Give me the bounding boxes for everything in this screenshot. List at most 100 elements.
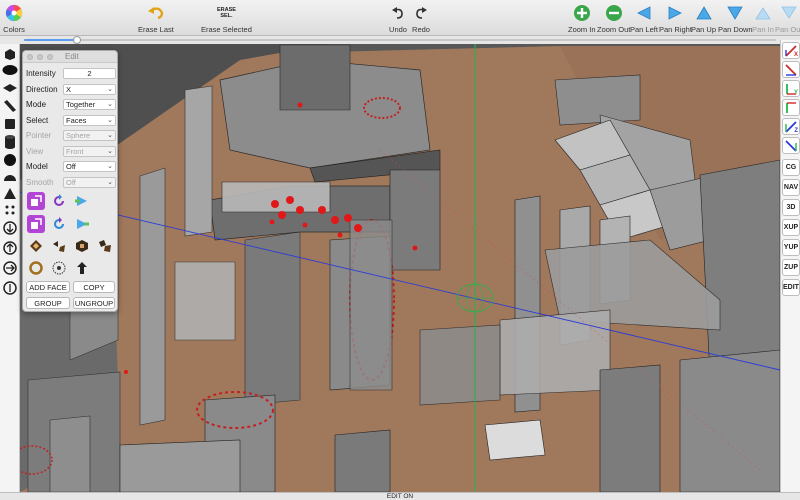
bevel-tool-icon[interactable] <box>73 237 91 255</box>
axis-y-button[interactable]: Y <box>782 80 800 97</box>
zoom-in-button[interactable]: Zoom In <box>568 2 596 34</box>
rotate-y-icon[interactable] <box>2 240 18 256</box>
move-tool-icon[interactable] <box>73 192 91 210</box>
view-row: View Front ⌄ <box>26 145 116 157</box>
undo-button[interactable]: Undo <box>387 2 409 34</box>
erase-last-button[interactable]: Erase Last <box>138 2 174 34</box>
cg-button[interactable]: CG <box>782 159 800 176</box>
yup-button[interactable]: YUP <box>782 239 800 256</box>
axis-z-neg-button[interactable] <box>782 137 800 154</box>
axis-x-label: X <box>793 52 798 58</box>
intensity-field[interactable]: 2 <box>63 67 116 79</box>
chevron-down-icon: ⌄ <box>107 85 113 93</box>
xup-button[interactable]: XUP <box>782 219 800 236</box>
zoom-slider-fill <box>24 39 77 41</box>
rotate-x-icon[interactable] <box>2 220 18 236</box>
erase-selected-label: Erase Selected <box>201 25 252 34</box>
nav-button[interactable]: NAV <box>782 179 800 196</box>
rotate-tool-icon[interactable] <box>50 192 68 210</box>
select-select[interactable]: Faces ⌄ <box>63 114 116 126</box>
color-wheel-icon <box>3 2 25 24</box>
pan-left-button[interactable]: Pan Left <box>630 2 658 34</box>
spiral-tool-icon[interactable] <box>50 259 68 277</box>
3d-viewport[interactable] <box>20 44 780 492</box>
box-shape-icon[interactable] <box>2 116 18 132</box>
mode-value: Together <box>66 99 96 109</box>
half-sphere-shape-icon[interactable] <box>2 170 18 186</box>
model-label: Model <box>26 161 48 171</box>
erase-sel-icon: ERASE SEL. <box>211 2 241 24</box>
zup-button[interactable]: ZUP <box>782 259 800 276</box>
erase-selected-button[interactable]: ERASE SEL. Erase Selected <box>201 2 252 34</box>
copy-button[interactable]: COPY <box>73 281 115 293</box>
group-button[interactable]: GROUP <box>26 297 70 309</box>
redo-button[interactable]: Redo <box>410 2 432 34</box>
mode-row: Mode Together ⌄ <box>26 98 116 110</box>
twist-tool-icon[interactable] <box>50 215 68 233</box>
ungroup-button[interactable]: UNGROUP <box>73 297 115 309</box>
ring-tool-icon[interactable] <box>27 259 45 277</box>
plane-shape-icon[interactable] <box>2 80 18 96</box>
zoom-out-button[interactable]: Zoom Out <box>597 2 630 34</box>
edit-mode-button[interactable]: EDIT <box>782 279 800 296</box>
status-bar: EDIT ON <box>0 492 800 500</box>
edit-panel-title: Edit <box>65 52 79 61</box>
axis-y-label: Y <box>793 90 798 96</box>
rod-shape-icon[interactable] <box>2 98 18 114</box>
zoom-slider-thumb[interactable] <box>72 36 81 44</box>
grid-dots-icon[interactable] <box>2 202 18 218</box>
rotate-free-icon[interactable] <box>2 280 18 296</box>
cylinder-shape-icon[interactable] <box>2 134 18 150</box>
zoom-slider[interactable] <box>24 36 776 44</box>
axis-z-label: Z <box>794 128 798 134</box>
colors-label: Colors <box>3 25 25 34</box>
chevron-down-icon: ⌄ <box>107 100 113 108</box>
extrude-tool-icon[interactable] <box>27 192 45 210</box>
axis-x-button[interactable]: X <box>782 42 800 59</box>
pan-up-button[interactable]: Pan Up <box>691 2 716 34</box>
colors-button[interactable]: Colors <box>3 2 25 34</box>
intensity-label: Intensity <box>26 68 56 78</box>
pan-down-button[interactable]: Pan Down <box>718 2 753 34</box>
close-dot-icon[interactable] <box>27 54 33 60</box>
cube-shape-icon[interactable] <box>2 46 18 62</box>
minimize-dot-icon[interactable] <box>37 54 43 60</box>
axis-y-neg-icon <box>786 101 796 113</box>
ellipse-shape-icon[interactable] <box>2 62 18 78</box>
axis-y-neg-button[interactable] <box>782 99 800 116</box>
gather-tool-icon[interactable] <box>73 259 91 277</box>
push-tool-icon[interactable] <box>73 215 91 233</box>
mode-select[interactable]: Together ⌄ <box>63 98 116 110</box>
zoom-dot-icon[interactable] <box>47 54 53 60</box>
split-tool-icon[interactable] <box>50 237 68 255</box>
flatten-tool-icon[interactable] <box>27 237 45 255</box>
erase-sel-icon-text: ERASE SEL. <box>216 7 236 19</box>
minus-circle-icon <box>603 2 625 24</box>
plus-circle-icon <box>571 2 593 24</box>
cone-shape-icon[interactable] <box>2 186 18 202</box>
pan-out-button[interactable]: Pan Out <box>775 2 800 34</box>
pan-right-button[interactable]: Pan Right <box>659 2 692 34</box>
axis-z-button[interactable]: Z <box>782 118 800 135</box>
chevron-down-icon: ⌄ <box>107 147 113 155</box>
rotate-z-icon[interactable] <box>2 260 18 276</box>
scale-tool-icon[interactable] <box>27 215 45 233</box>
axis-x-neg-button[interactable] <box>782 61 800 78</box>
fracture-tool-icon[interactable] <box>96 237 114 255</box>
pointer-label: Pointer <box>26 130 52 140</box>
direction-select[interactable]: X ⌄ <box>63 83 116 95</box>
pan-in-label: Pan In <box>752 25 774 34</box>
edit-panel-titlebar[interactable]: Edit <box>23 51 117 63</box>
model-select[interactable]: Off ⌄ <box>63 160 116 172</box>
pointer-select: Sphere ⌄ <box>63 129 116 141</box>
chevron-down-icon: ⌄ <box>107 116 113 124</box>
pan-in-button[interactable]: Pan In <box>752 2 774 34</box>
scene-canvas[interactable] <box>20 44 780 492</box>
toolbar: Colors Erase Last ERASE SEL. Erase Selec… <box>0 0 800 36</box>
view-3d-button[interactable]: 3D <box>782 199 800 216</box>
add-face-button[interactable]: ADD FACE <box>26 281 70 293</box>
mode-label: Mode <box>26 99 47 109</box>
pan-right-label: Pan Right <box>659 25 692 34</box>
pan-out-label: Pan Out <box>775 25 800 34</box>
sphere-shape-icon[interactable] <box>2 152 18 168</box>
